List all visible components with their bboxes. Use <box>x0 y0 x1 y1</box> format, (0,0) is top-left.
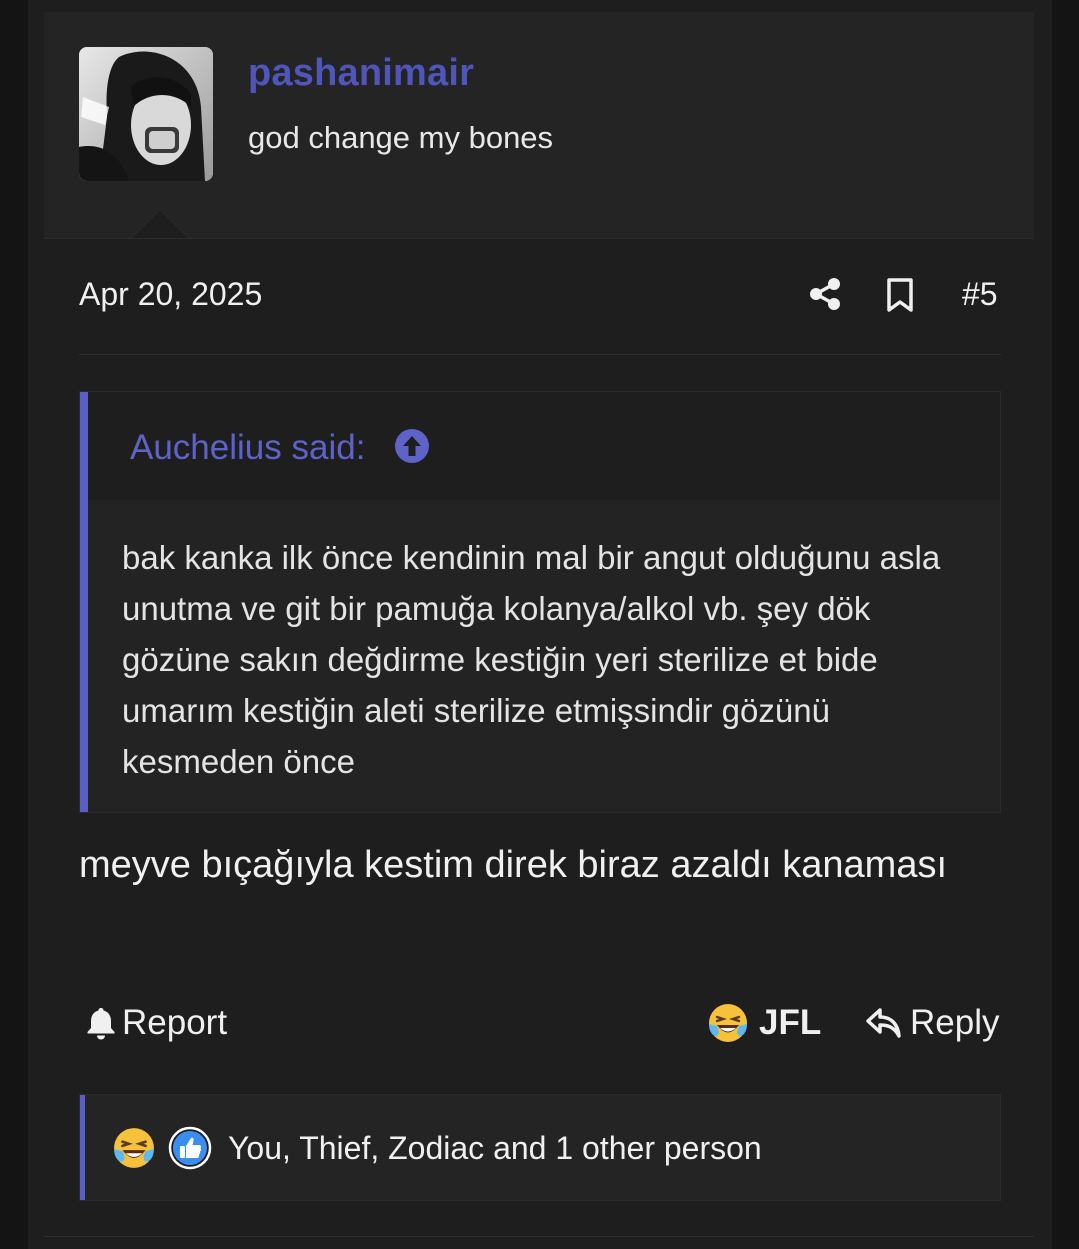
post-message: meyve bıçağıyla kestim direk biraz azald… <box>79 844 948 886</box>
report-label: Report <box>122 1003 228 1042</box>
post-date[interactable]: Apr 20, 2025 <box>79 276 262 313</box>
jfl-reaction-button[interactable]: JFL <box>707 1001 821 1045</box>
quote-text: bak kanka ilk önce kendinin mal bir angu… <box>122 539 941 780</box>
jfl-label: JFL <box>759 1003 822 1042</box>
quote-accent-bar <box>80 392 88 812</box>
post-number-link[interactable]: #5 <box>962 276 998 313</box>
thumbs-up-emoji-icon <box>168 1126 212 1170</box>
bookmark-icon[interactable] <box>885 277 915 313</box>
laughing-crying-emoji-icon <box>114 1128 154 1168</box>
reply-icon <box>866 1008 901 1038</box>
user-title: god change my bones <box>248 120 554 155</box>
header-divider <box>79 354 1001 355</box>
laughing-crying-emoji-icon <box>709 1004 747 1042</box>
report-button[interactable]: Report <box>86 1001 227 1045</box>
reactions-summary[interactable]: You, Thief, Zodiac and 1 other person <box>228 1130 762 1167</box>
reactions-list[interactable]: You, Thief, Zodiac and 1 other person <box>112 1125 762 1171</box>
post-user-header: pashanimair god change my bones <box>44 12 1034 239</box>
avatar-image <box>79 47 213 181</box>
share-icon[interactable] <box>808 277 842 311</box>
bell-icon <box>87 1008 115 1040</box>
user-avatar[interactable] <box>79 47 213 181</box>
reply-button[interactable]: Reply <box>866 1001 999 1045</box>
arrow-up-circle-icon[interactable] <box>394 428 430 464</box>
forum-post: pashanimair god change my bones Apr 20, … <box>28 0 1052 1249</box>
quote-block: Auchelius said: bak kanka ilk önce kendi… <box>79 391 1001 813</box>
quote-author[interactable]: Auchelius said: <box>130 428 365 468</box>
post-bottom-divider <box>44 1236 1034 1237</box>
reactions-accent-bar <box>80 1095 85 1200</box>
username[interactable]: pashanimair <box>248 52 474 95</box>
header-pointer <box>132 210 188 238</box>
reactions-bar: You, Thief, Zodiac and 1 other person <box>79 1094 1001 1201</box>
quote-header: Auchelius said: <box>88 392 1000 500</box>
reply-label: Reply <box>910 1003 1000 1042</box>
